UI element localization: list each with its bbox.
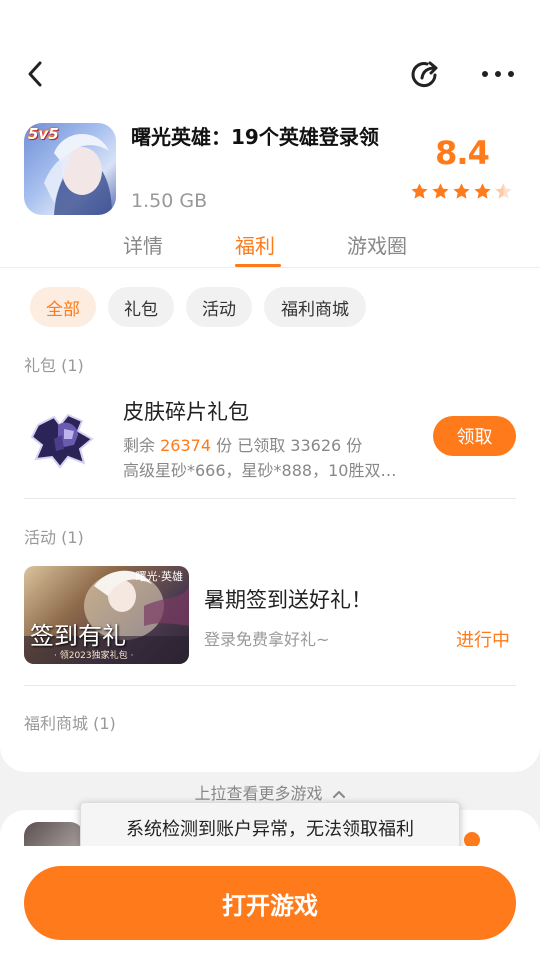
back-button[interactable] (18, 54, 54, 94)
gift-claimed-text: 份 已领取 33626 份 (216, 436, 363, 455)
pull-up-hint[interactable]: 上拉查看更多游戏 (0, 780, 540, 804)
rating-stars (410, 182, 513, 201)
back-arrow-icon (28, 61, 42, 87)
more-options-button[interactable] (478, 56, 518, 92)
section-divider (24, 685, 516, 686)
tabs-divider (0, 267, 540, 268)
game-detail-card: 5v5 曙光英雄：19个英雄登录领 1.50 GB 8.4 详情 福利 游戏圈 … (0, 0, 540, 772)
star-icon (411, 183, 428, 199)
event-title: 暑期签到送好礼！ (204, 588, 372, 612)
tab-game-circle[interactable]: 游戏圈 (347, 230, 407, 259)
event-banner-tag: 曙光·英雄 (135, 570, 184, 583)
gift-remaining-count: 26374 (160, 436, 212, 455)
event-subtitle: 登录免费拿好礼~ (204, 630, 330, 649)
rating-score: 8.4 (435, 134, 490, 172)
filter-events[interactable]: 活动 (186, 287, 252, 327)
gift-remaining-prefix: 剩余 (123, 436, 156, 455)
event-banner-text: 签到有礼 (30, 622, 126, 650)
open-game-button[interactable]: 打开游戏 (24, 866, 516, 940)
top-nav (0, 52, 540, 96)
gift-pack-icon (24, 395, 108, 479)
claim-gift-button[interactable]: 领取 (433, 416, 516, 456)
more-dots-icon (482, 71, 514, 77)
gift-title: 皮肤碎片礼包 (123, 400, 249, 424)
share-button[interactable] (408, 56, 444, 92)
app-size: 1.50 GB (131, 190, 208, 212)
event-banner-sub: · 领2023独家礼包 · (54, 651, 134, 661)
gift-section-label: 礼包 (1) (24, 356, 84, 375)
chevron-up-icon (332, 791, 345, 798)
event-banner-image[interactable]: 曙光·英雄 签到有礼 · 领2023独家礼包 · (24, 566, 189, 664)
app-icon: 5v5 (24, 123, 116, 215)
app-title: 曙光英雄：19个英雄登录领 (131, 125, 379, 149)
tab-bar: 详情 福利 游戏圈 (0, 230, 540, 270)
filter-mall[interactable]: 福利商城 (264, 287, 366, 327)
star-half-icon (495, 183, 512, 199)
mall-section-label: 福利商城 (1) (24, 714, 116, 733)
tab-details[interactable]: 详情 (123, 230, 163, 259)
section-divider (24, 498, 516, 499)
star-icon (453, 183, 470, 199)
share-icon (411, 61, 438, 88)
pull-up-hint-text: 上拉查看更多游戏 (194, 784, 323, 803)
star-icon (474, 183, 491, 199)
filter-gifts[interactable]: 礼包 (108, 287, 174, 327)
filter-all[interactable]: 全部 (30, 287, 96, 327)
bottom-action-bar: 打开游戏 (0, 846, 540, 960)
gift-description: 高级星砂*666，星砂*888，10胜双… (123, 461, 397, 480)
app-badge: 5v5 (28, 125, 59, 143)
gift-stats: 剩余 26374 份 已领取 33626 份 (123, 432, 362, 456)
event-section-label: 活动 (1) (24, 528, 84, 547)
star-icon (432, 183, 449, 199)
tab-benefits[interactable]: 福利 (235, 230, 275, 259)
event-status[interactable]: 进行中 (456, 626, 510, 652)
